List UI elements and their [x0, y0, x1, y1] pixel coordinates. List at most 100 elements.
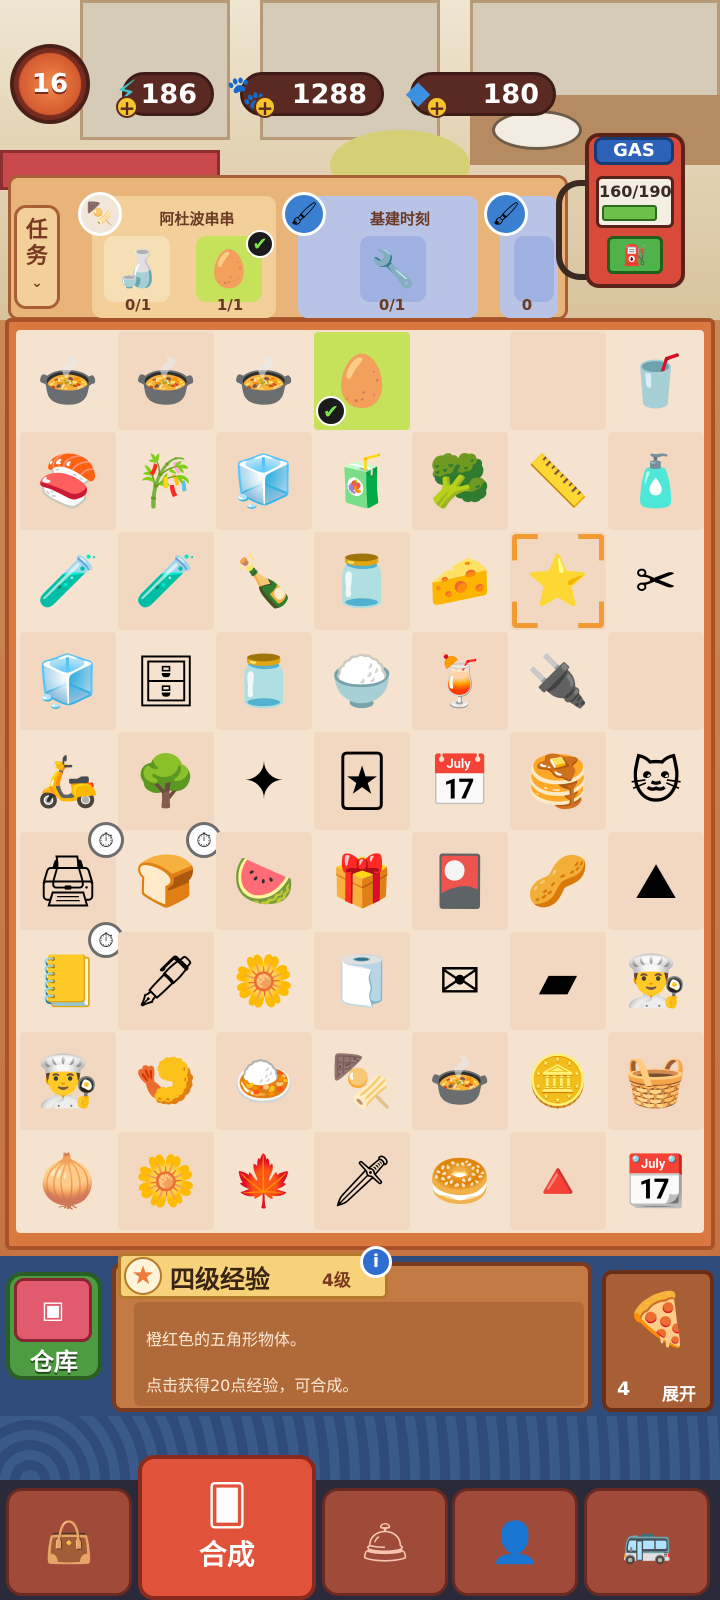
onion-doll-icon: 🧅 — [36, 1152, 100, 1210]
tasks-tab-label-bottom: 务 — [25, 244, 48, 269]
chef-hat-icon: 👨‍🍳 — [36, 1052, 100, 1110]
board-cell[interactable]: 🍁 — [216, 1132, 312, 1230]
board-cell[interactable]: 🥜 — [510, 832, 606, 930]
board-cell[interactable]: 🖨 ⏱ — [20, 822, 124, 930]
fuel-can-icon[interactable]: ⛽ — [607, 236, 663, 274]
toaster-icon: 🍞 — [134, 852, 198, 910]
add-coins-button[interactable]: + — [254, 96, 276, 118]
skewer-cards-icon: 🃏 — [336, 752, 388, 810]
board-cell[interactable]: 🔌 — [510, 632, 606, 730]
nav-bus[interactable]: 🚌 — [584, 1488, 710, 1596]
board-cell[interactable]: 🗡 — [314, 1132, 410, 1230]
nav-dish[interactable]: 🛎 — [322, 1488, 448, 1596]
board-cell[interactable]: 🧪 — [118, 532, 214, 630]
wave-pattern — [0, 1416, 720, 1480]
board-cell[interactable]: 🎁 — [314, 832, 410, 930]
board-cell[interactable]: 🍚 — [314, 632, 410, 730]
scissors-icon: ✂ — [635, 552, 677, 610]
board-cell[interactable]: 🍣 — [20, 432, 116, 530]
board-cell[interactable]: 🛵 — [20, 732, 116, 830]
bread-roll-icon: 🥯 — [428, 1152, 492, 1210]
board-cell[interactable]: 🍲 — [412, 1032, 508, 1130]
board-cell[interactable]: 🧴 — [608, 432, 704, 530]
board-cell[interactable]: 🗄 — [118, 632, 214, 730]
board-cell[interactable]: 🍉 — [216, 832, 312, 930]
board-cell[interactable]: 🧺 — [608, 1032, 704, 1130]
info-icon[interactable]: i — [360, 1246, 392, 1278]
board-cell[interactable]: 🍲 — [216, 332, 312, 430]
board-cell[interactable] — [608, 632, 704, 730]
board-cell[interactable]: 🍲 — [118, 332, 214, 430]
board-cell[interactable]: 🥚 ✔ — [314, 332, 410, 430]
board-cell[interactable] — [412, 332, 508, 430]
board-cell[interactable]: 🃏 — [314, 732, 410, 830]
board-cell[interactable]: 🧅 — [20, 1132, 116, 1230]
skewer-card-icon: 🎴 — [428, 852, 492, 910]
preview-count: 4 — [617, 1378, 631, 1400]
board-cell[interactable]: 🍞 ⏱ — [118, 822, 222, 930]
board-cell[interactable]: 🥞 — [510, 732, 606, 830]
portrait-icon: 👤 — [490, 1519, 540, 1566]
board-cell[interactable]: 🪙 — [510, 1032, 606, 1130]
nav-profile[interactable]: 👤 — [452, 1488, 578, 1596]
add-energy-button[interactable]: + — [116, 96, 138, 118]
fountain-pen-icon: 🖋 — [134, 952, 198, 1010]
board-cell[interactable]: 🧃 — [314, 432, 410, 530]
board-cell[interactable]: 🧀 — [412, 532, 508, 630]
nav-bag[interactable]: 👜 — [6, 1488, 132, 1596]
board-cell[interactable]: 🍾 — [216, 532, 312, 630]
board-cell[interactable]: 📅 — [412, 732, 508, 830]
board-cell[interactable]: ⛰ — [608, 832, 704, 930]
board-cell[interactable]: 🍹 — [412, 632, 508, 730]
tape-measure-icon: 📏 — [526, 452, 590, 510]
board-cell[interactable]: 👨‍🍳 — [608, 932, 704, 1030]
board-cell[interactable]: 🎴 — [412, 832, 508, 930]
board-cell[interactable]: 🥤 — [608, 332, 704, 430]
board-cell[interactable]: 🍲 — [20, 332, 116, 430]
board-cell[interactable]: 🍤 — [118, 1032, 214, 1130]
board-cell[interactable]: ✉ — [412, 932, 508, 1030]
board-cell[interactable]: 🫙 — [314, 532, 410, 630]
june-calendar-icon: 📆 — [624, 1152, 688, 1210]
jar-icon: 🫙 — [232, 652, 296, 710]
pot-skewers-icon: 🍲 — [134, 352, 198, 410]
board-cell[interactable]: 🧊 — [20, 632, 116, 730]
nav-merge[interactable]: 🂠 合成 — [138, 1455, 316, 1600]
board-cell[interactable]: ✦ — [216, 732, 312, 830]
board-cell[interactable]: 🥦 — [412, 432, 508, 530]
rice-plate-chicken-icon: 🍛 — [232, 1052, 296, 1110]
board-cell[interactable]: 🧻 — [314, 932, 410, 1030]
metal-ore-icon: ⛰ — [635, 852, 677, 910]
board-cell[interactable]: 📏 — [510, 432, 606, 530]
board-cell[interactable]: 🔺 — [510, 1132, 606, 1230]
board-cell[interactable]: 🌼 — [216, 932, 312, 1030]
board-cell[interactable]: ▰ — [510, 932, 606, 1030]
board-cell[interactable]: 🌼 — [118, 1132, 214, 1230]
board-cell[interactable]: 🌳 — [118, 732, 214, 830]
shelf-bottles-icon: 🧪 — [134, 552, 198, 610]
board-cell[interactable]: 🐱 — [608, 732, 704, 830]
board-cell[interactable]: 📒 ⏱ — [20, 922, 124, 1030]
board-cell[interactable]: 🧪 — [20, 532, 116, 630]
silver-bars-icon: 🪙 — [526, 1052, 590, 1110]
requirement-count: 0 — [521, 296, 533, 314]
board-cell[interactable]: 🧊 — [216, 432, 312, 530]
expand-button[interactable]: 展开 — [662, 1380, 696, 1405]
board-cell[interactable]: 🍢 — [314, 1032, 410, 1130]
board-cell[interactable]: 🍛 — [216, 1032, 312, 1130]
board-cell[interactable]: 👨‍🍳 — [20, 1032, 116, 1130]
level-badge[interactable]: 16 — [10, 44, 90, 124]
board-cell[interactable]: 🫙 — [216, 632, 312, 730]
grilled-skewers-icon: 🍢 — [330, 1052, 394, 1110]
board-cell[interactable]: ⭐ — [510, 532, 606, 630]
board-cell[interactable]: 🖋 — [118, 932, 214, 1030]
board-cell[interactable]: 📆 — [608, 1132, 704, 1230]
add-gems-button[interactable]: + — [426, 96, 448, 118]
board-cell[interactable]: 🎋 — [118, 432, 214, 530]
lucky-cat-icon: 🐱 — [629, 752, 683, 810]
board-cell[interactable]: ✂ — [608, 532, 704, 630]
tasks-tab[interactable]: 任 务 ⌄ — [14, 205, 60, 309]
storage-label: 仓库 — [30, 1348, 78, 1376]
board-cell[interactable] — [510, 332, 606, 430]
board-cell[interactable]: 🥯 — [412, 1132, 508, 1230]
